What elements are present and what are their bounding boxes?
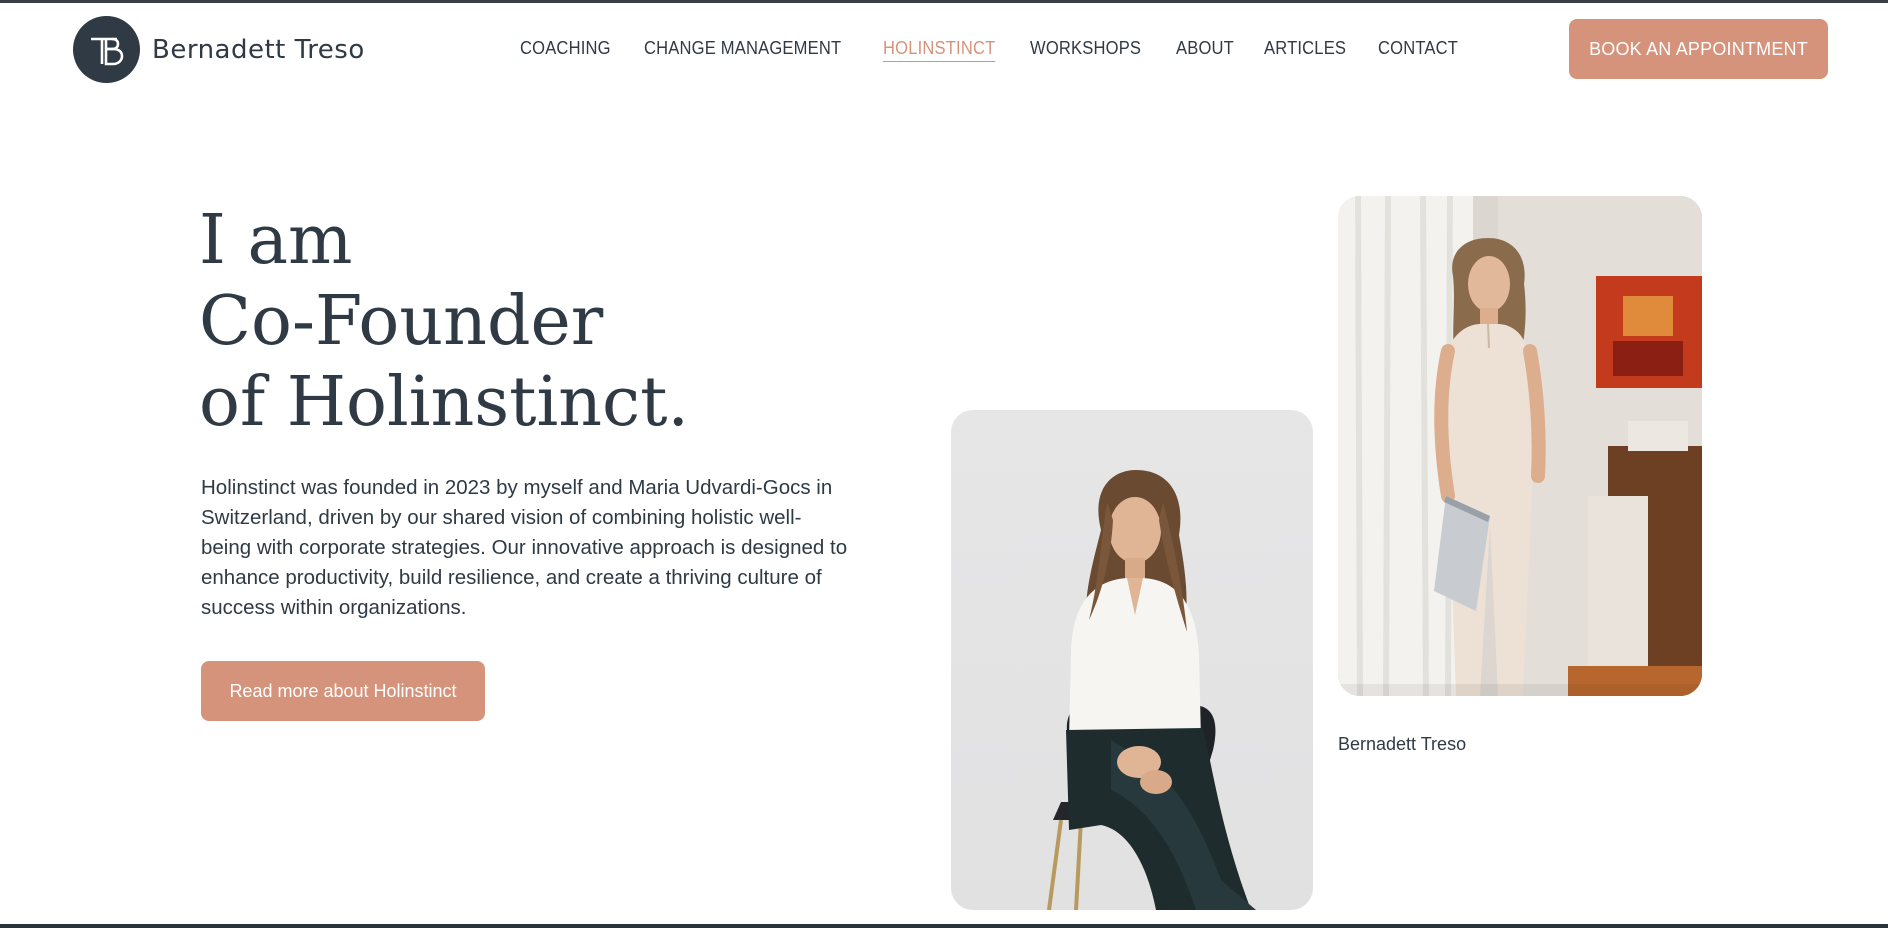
nav-item-change-management[interactable]: CHANGE MANAGEMENT [644, 38, 841, 62]
standing-portrait-photo [1338, 196, 1702, 696]
hero-title-line: Co-Founder [199, 282, 604, 361]
main-nav: COACHING CHANGE MANAGEMENT HOLINSTINCT W… [520, 38, 1465, 62]
seated-portrait-photo [951, 410, 1313, 910]
nav-item-about[interactable]: ABOUT [1176, 38, 1234, 62]
nav-item-contact[interactable]: CONTACT [1378, 38, 1458, 62]
read-more-holinstinct-button[interactable]: Read more about Holinstinct [201, 661, 485, 721]
photo-caption: Bernadett Treso [1338, 734, 1467, 754]
nav-item-holinstinct[interactable]: HOLINSTINCT [883, 38, 996, 62]
hero-title-line: I am [199, 201, 353, 280]
logo-text: Bernadett Treso [152, 34, 365, 65]
book-appointment-button[interactable]: BOOK AN APPOINTMENT [1569, 19, 1828, 79]
site-logo[interactable]: Bernadett Treso [73, 16, 365, 83]
bottom-border [0, 924, 1888, 928]
logo-monogram-icon [73, 16, 140, 83]
top-border [0, 0, 1888, 3]
nav-item-coaching[interactable]: COACHING [520, 38, 611, 62]
nav-item-workshops[interactable]: WORKSHOPS [1030, 38, 1141, 62]
hero-title-line: of Holinstinct. [199, 363, 690, 442]
hero-title: I am Co-Founder of Holinstinct. [199, 200, 689, 443]
hero-description: Holinstinct was founded in 2023 by mysel… [201, 476, 848, 619]
nav-item-articles[interactable]: ARTICLES [1264, 38, 1346, 62]
